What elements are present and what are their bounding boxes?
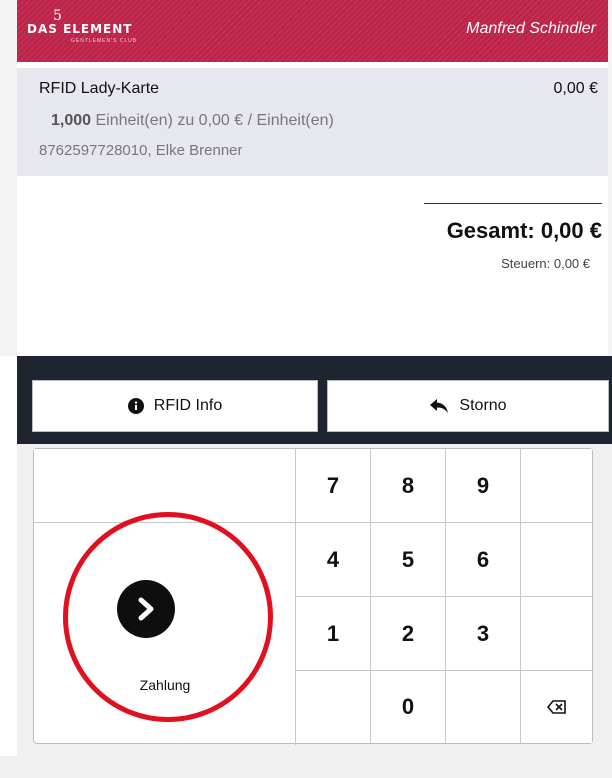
keypad-area: 7 8 9 4 5 6 1 2 3 0 Zahlung	[17, 444, 612, 778]
storno-button[interactable]: Storno	[327, 380, 609, 432]
line-quantity-detail: 1,000 Einheit(en) zu 0,00 € / Einheit(en…	[51, 112, 334, 130]
key-4[interactable]: 4	[296, 523, 371, 597]
line-unit-text: Einheit(en) zu 0,00 € / Einheit(en)	[95, 112, 334, 129]
header-bar: 5 DAS ELEMENT GENTLEMEN'S CLUB Manfred S…	[17, 0, 608, 62]
key-7[interactable]: 7	[296, 449, 371, 523]
key-blank-1[interactable]	[521, 449, 592, 523]
bottom-margin	[0, 756, 612, 778]
left-margin	[0, 0, 17, 356]
brand-logo: 5 DAS ELEMENT GENTLEMEN'S CLUB	[27, 8, 177, 48]
line-quantity: 1,000	[51, 112, 92, 129]
rfid-info-label: RFID Info	[153, 397, 223, 414]
action-bar: RFID Info Storno	[17, 356, 612, 444]
user-name[interactable]: Manfred Schindler	[466, 20, 596, 38]
payment-label: Zahlung	[139, 677, 191, 693]
backspace-button[interactable]	[521, 671, 592, 743]
totals-divider	[424, 203, 602, 204]
keypad-empty-cell	[34, 449, 296, 523]
key-6[interactable]: 6	[446, 523, 521, 597]
key-blank-5[interactable]	[446, 671, 521, 743]
key-1[interactable]: 1	[296, 597, 371, 671]
logo-text: DAS ELEMENT	[27, 22, 133, 36]
pos-screen: 5 DAS ELEMENT GENTLEMEN'S CLUB Manfred S…	[0, 0, 612, 778]
backspace-icon	[546, 700, 566, 714]
key-5[interactable]: 5	[371, 523, 446, 597]
logo-subtitle: GENTLEMEN'S CLUB	[71, 38, 138, 44]
product-price: 0,00 €	[553, 80, 598, 97]
key-blank-2[interactable]	[521, 523, 592, 597]
line-note: 8762597728010, Elke Brenner	[39, 142, 243, 159]
product-name: RFID Lady-Karte	[39, 80, 160, 97]
key-3[interactable]: 3	[446, 597, 521, 671]
payment-button[interactable]: Zahlung	[34, 523, 296, 745]
key-9[interactable]: 9	[446, 449, 521, 523]
key-0[interactable]: 0	[371, 671, 446, 743]
info-circle-icon	[127, 398, 144, 414]
right-margin	[608, 0, 612, 356]
keypad: 7 8 9 4 5 6 1 2 3 0 Zahlung	[33, 448, 593, 745]
reply-arrow-icon	[430, 399, 449, 413]
key-blank-3[interactable]	[521, 597, 592, 671]
rfid-info-button[interactable]: RFID Info	[32, 380, 318, 432]
pay-circle	[117, 580, 175, 638]
key-2[interactable]: 2	[371, 597, 446, 671]
chevron-right-icon	[138, 597, 154, 621]
storno-label: Storno	[459, 397, 507, 414]
order-line[interactable]: RFID Lady-Karte 0,00 € 1,000 Einheit(en)…	[17, 68, 608, 176]
order-total: Gesamt: 0,00 €	[446, 218, 602, 243]
order-tax: Steuern: 0,00 €	[501, 256, 590, 271]
key-8[interactable]: 8	[371, 449, 446, 523]
key-blank-4[interactable]	[296, 671, 371, 743]
